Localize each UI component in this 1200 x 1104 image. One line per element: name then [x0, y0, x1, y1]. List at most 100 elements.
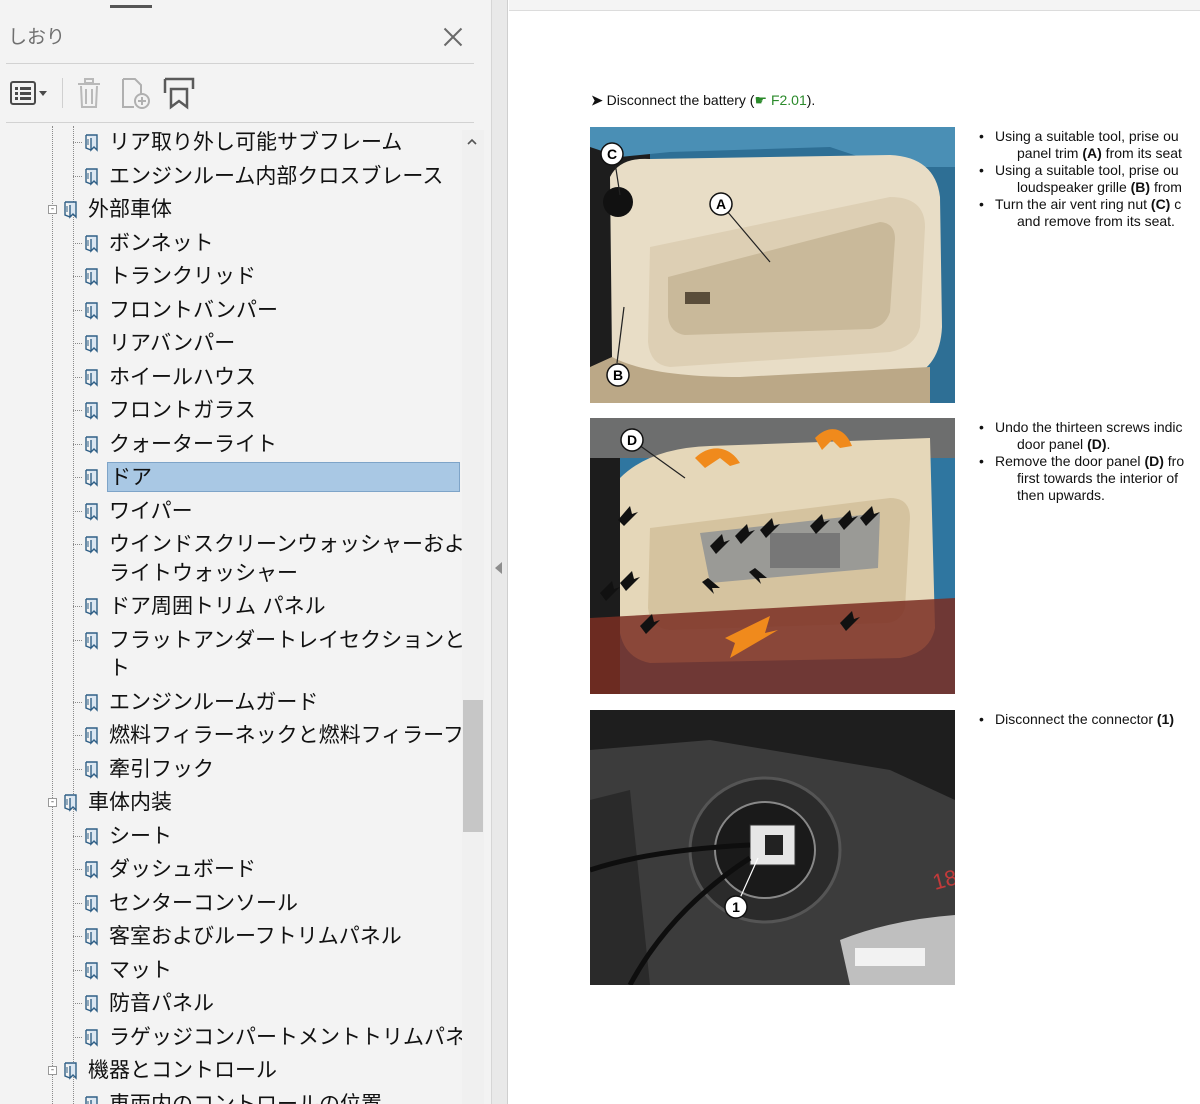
bookmark-item[interactable]: リアバンパー — [107, 329, 237, 357]
bookmark-group[interactable]: 外部車体 — [86, 195, 174, 223]
bookmark-item[interactable]: リア取り外し可能サブフレーム — [107, 128, 404, 156]
bookmark-label: 外部車体 — [88, 197, 172, 221]
tree-connector — [73, 639, 82, 641]
collapse-arrow-icon[interactable] — [495, 562, 502, 574]
bookmark-icon — [83, 435, 101, 455]
bookmark-item[interactable]: エンジンルームガード — [107, 688, 320, 716]
tree-connector — [73, 376, 82, 378]
bookmark-label: 燃料フィラーネックと燃料フィラーフラップ — [109, 723, 462, 747]
callout-a: A — [709, 192, 733, 216]
bookmark-item[interactable]: 客室およびルーフトリムパネル — [107, 922, 404, 950]
bookmark-icon — [83, 468, 101, 488]
bookmark-item[interactable]: センターコンソール — [107, 889, 300, 917]
bookmark-icon — [83, 1095, 101, 1104]
tree-connector — [73, 142, 82, 143]
tree-guide-line — [52, 126, 53, 1104]
instruction-text: (1) — [1156, 711, 1174, 727]
list-options-icon[interactable] — [6, 74, 52, 112]
instruction-text: Undo the thirteen screws indic — [995, 419, 1183, 435]
bookmark-item[interactable]: 車両内のコントロールの位置 — [107, 1090, 384, 1104]
instruction-text: Remove the door panel — [995, 453, 1145, 469]
divider — [509, 10, 1200, 11]
bookmark-icon — [83, 994, 101, 1014]
bookmark-label: ドア周囲トリム パネル — [109, 594, 326, 618]
close-button[interactable] — [438, 22, 468, 52]
bookmark-item[interactable]: 防音パネル — [107, 989, 216, 1017]
bookmark-label: 機器とコントロール — [88, 1058, 277, 1082]
new-bookmark-icon[interactable] — [116, 74, 154, 112]
bookmark-item[interactable]: 牽引フック — [107, 755, 216, 783]
bookmark-label: リア取り外し可能サブフレーム — [109, 130, 403, 154]
svg-text:A: A — [716, 196, 726, 212]
callout-1: 1 — [724, 895, 748, 919]
bookmark-item[interactable]: ホイールハウス — [107, 363, 258, 391]
bookmark-item[interactable]: シート — [107, 822, 174, 850]
bookmark-icon — [83, 726, 101, 746]
bookmark-item[interactable]: ラゲッジコンパートメントトリムパネル — [107, 1023, 462, 1051]
bookmark-label: クォーターライト — [109, 431, 277, 456]
bullet-line: Using a suitable tool, prise ou — [979, 128, 1182, 145]
bullet-continuation: loudspeaker grille (B) from — [979, 179, 1182, 196]
panel-splitter[interactable] — [492, 0, 508, 1104]
instruction-text: Disconnect the connector — [995, 711, 1157, 727]
bullet-continuation: door panel (D). — [979, 436, 1184, 453]
bookmark-item[interactable]: ボンネット — [107, 229, 216, 257]
bookmark-item[interactable]: トランクリッド — [107, 262, 258, 290]
bookmark-icon — [83, 234, 101, 254]
bookmark-group[interactable]: 車体内装 — [86, 788, 174, 816]
instruction-text: and remove from its seat. — [1017, 213, 1175, 229]
scrollbar-thumb[interactable] — [463, 700, 483, 832]
trash-icon[interactable] — [70, 74, 108, 112]
tree-connector — [73, 735, 82, 736]
step-disconnect-battery: ➤ Disconnect the battery (☛ F2.01). — [591, 92, 816, 108]
bookmark-icon — [62, 1061, 80, 1081]
bookmark-item[interactable]: ワイパー — [107, 497, 195, 525]
scrollbar[interactable] — [462, 130, 484, 1104]
instruction-text: from its seat — [1101, 145, 1182, 161]
bookmark-item-continued[interactable]: ライトウォッシャー — [107, 559, 300, 587]
bookmark-icon — [83, 301, 101, 321]
bookmark-icon — [83, 167, 101, 187]
bookmark-item[interactable]: フラットアンダートレイセクションと車両リフ — [107, 626, 462, 654]
svg-text:D: D — [627, 432, 637, 448]
bookmark-item[interactable]: マット — [107, 956, 174, 984]
collapse-toggle-icon[interactable]: - — [48, 798, 57, 807]
bookmark-item[interactable]: 燃料フィラーネックと燃料フィラーフラップ — [107, 721, 462, 749]
bookmark-item[interactable]: エンジンルーム内部クロスブレース — [107, 162, 445, 190]
bookmark-item-continued[interactable]: ト — [107, 654, 132, 682]
bookmarks-toolbar — [0, 70, 490, 116]
bullet-line: Turn the air vent ring nut (C) c — [979, 196, 1182, 213]
bookmark-item[interactable]: ダッシュボード — [107, 855, 258, 883]
instruction-text: then upwards. — [1017, 487, 1105, 503]
collapse-toggle-icon[interactable]: - — [48, 205, 57, 214]
expand-bookmark-icon[interactable] — [160, 74, 198, 112]
bookmark-item[interactable]: ウインドスクリーンウォッシャーおよびヘッド — [107, 530, 462, 558]
callout-c: C — [600, 142, 624, 166]
bullet-line: Undo the thirteen screws indic — [979, 419, 1184, 436]
bookmark-label: ドア — [110, 465, 152, 489]
tree-connector — [73, 477, 82, 478]
scroll-up-arrow-icon[interactable] — [465, 134, 479, 148]
panel-title: しおり — [8, 26, 66, 48]
bookmark-icon — [62, 200, 80, 220]
bookmark-item[interactable]: フロントバンパー — [107, 296, 280, 324]
bookmark-label: ウインドスクリーンウォッシャーおよびヘッド — [109, 532, 462, 556]
tree-connector — [73, 902, 82, 904]
instruction-text: (C) — [1150, 196, 1171, 212]
instruction-text: (A) — [1082, 145, 1102, 161]
bullet-line: Remove the door panel (D) fro — [979, 453, 1184, 470]
bookmark-item[interactable]: ドア周囲トリム パネル — [107, 592, 328, 620]
instruction-text: Using a suitable tool, prise ou — [995, 128, 1179, 144]
bookmark-item[interactable]: フロントガラス — [107, 396, 258, 424]
tree-guide-line — [73, 126, 74, 1104]
instructions-door-panel: Undo the thirteen screws indicdoor panel… — [979, 419, 1184, 504]
bookmark-group[interactable]: 機器とコントロール — [86, 1056, 279, 1084]
bookmark-label: 客室およびルーフトリムパネル — [109, 924, 402, 948]
bookmark-label: 防音パネル — [109, 991, 214, 1015]
bookmark-item[interactable]: クォーターライト — [107, 430, 279, 458]
collapse-toggle-icon[interactable]: - — [48, 1066, 57, 1075]
bookmark-item[interactable]: ドア — [107, 462, 460, 492]
instruction-text: (D) — [1144, 453, 1164, 469]
tab-indicator — [110, 5, 152, 8]
reference-link[interactable]: F2.01 — [771, 92, 807, 108]
